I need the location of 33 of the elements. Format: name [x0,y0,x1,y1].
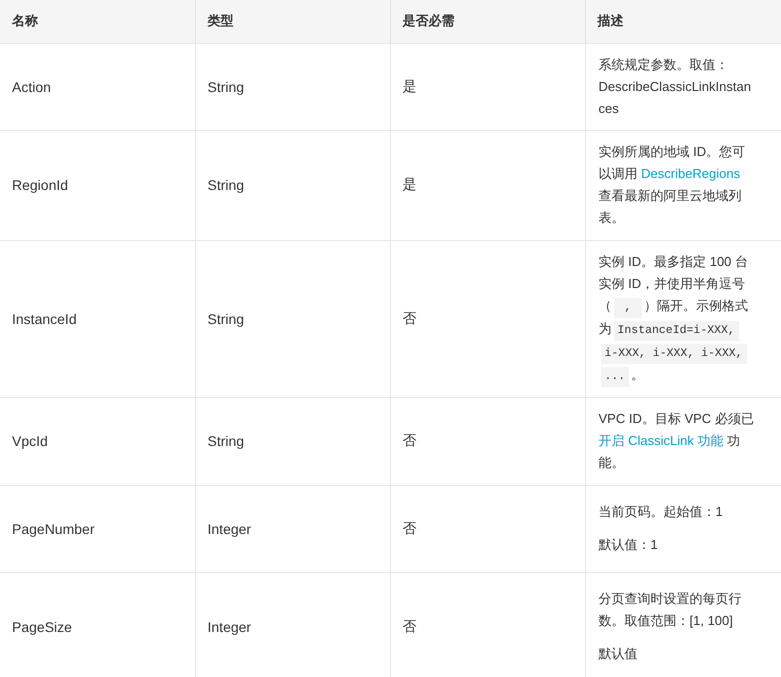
code-snippet: i-XXX, i-XXX, i-XXX, [600,344,747,364]
column-header: 名称 [0,0,195,43]
description-text: 实例所属的地域 ID。您可以调用 DescribeRegions 查看最新的阿里云地域列表。 [598,143,746,227]
description-text: 当前页码。起始值：1 [598,503,724,521]
table-cell: PageNumber [0,485,195,572]
description-text: 实例 ID。最多指定 100 台实例 ID，并使用半角逗号（ , ）隔开。示例格式为 InstanceId=i-XXX, i-XXX, i-XXX, i-XXX, ... 。 [598,250,756,386]
code-snippet: InstanceId=i-XXX, [614,320,739,340]
table-cell: String [195,130,390,240]
table-cell: 否 [390,485,585,572]
table-cell: Action [0,43,195,130]
table-cell: String [195,397,390,485]
description-text: 分页查询时设置的每页行数。取值范围：[1, 100] [598,590,742,630]
column-header: 类型 [195,0,390,43]
description-text: 系统规定参数。取值：DescribeClassicLinkInstances [598,56,752,118]
table-cell: 是 [390,130,585,240]
link[interactable]: 开启 ClassicLink 功能 [598,433,724,448]
table-cell: Integer [195,485,390,572]
table-cell: String [195,240,390,397]
table-cell: InstanceId [0,240,195,397]
table-cell: VpcId [0,397,195,485]
table-cell: String [195,43,390,130]
code-snippet: , [614,298,642,318]
table-cell: 否 [390,397,585,485]
description-text: 默认值：1 [598,536,659,554]
description-text: 默认值 [598,645,638,663]
link[interactable]: DescribeRegions [641,166,740,181]
code-snippet: ... [600,366,630,386]
description-text: VPC ID。目标 VPC 必须已 开启 ClassicLink 功能 功能。 [598,410,755,472]
table-cell: 是 [390,43,585,130]
table-cell: RegionId [0,130,195,240]
table-cell: 否 [390,240,585,397]
column-header: 是否必需 [390,0,585,43]
column-header: 描述 [585,0,781,43]
